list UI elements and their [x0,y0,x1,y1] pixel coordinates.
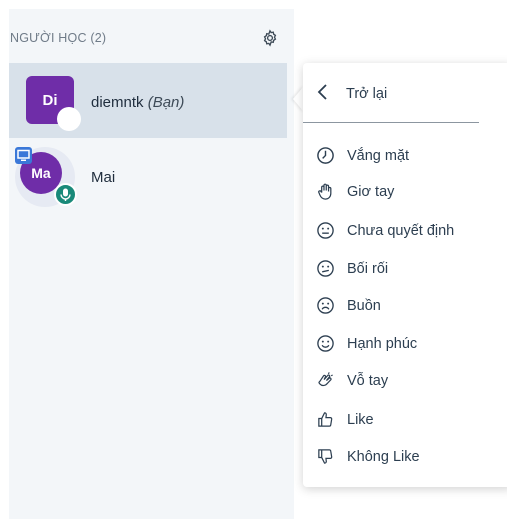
avatar-initials: Ma [31,165,51,181]
clock-icon [316,146,335,165]
divider [303,122,479,123]
presenter-screen-icon [15,147,32,164]
chevron-left-icon [315,81,331,103]
menu-item-applause[interactable]: Vỗ tay [303,368,507,394]
menu-item-sad[interactable]: Buồn [303,293,507,319]
menu-item-confused[interactable]: Bối rối [303,256,507,282]
status-menu: Trở lại Vắng mặt Giơ tay Chưa quyết định… [303,63,507,487]
sad-face-icon [316,296,335,315]
back-label: Trở lại [346,86,388,102]
menu-item-label: Vắng mặt [347,148,410,164]
panel-title: NGƯỜI HỌC (2) [10,31,107,45]
menu-item-label: Hạnh phúc [347,336,418,352]
menu-item-label: Chưa quyết định [347,223,455,239]
thumbs-down-icon [316,447,335,466]
back-button[interactable]: Trở lại [303,77,507,107]
microphone-icon [54,183,77,206]
gear-icon[interactable] [261,29,279,47]
user-list-panel: NGƯỜI HỌC (2) Di diemntk (Bạn) Ma Mai [9,9,294,519]
menu-item-label: Vỗ tay [347,373,389,389]
menu-item-dislike[interactable]: Không Like [303,444,507,470]
menu-item-label: Giơ tay [347,184,395,200]
panel-header: NGƯỜI HỌC (2) [9,9,294,63]
menu-item-happy[interactable]: Hạnh phúc [303,331,507,357]
menu-item-undecided[interactable]: Chưa quyết định [303,218,507,244]
menu-item-raise-hand[interactable]: Giơ tay [303,179,507,205]
user-item-self[interactable]: Di diemntk (Bạn) [9,63,287,138]
menu-item-label: Bối rối [347,261,389,277]
user-name: diemntk (Bạn) [91,94,184,111]
menu-item-like[interactable]: Like [303,407,507,433]
menu-item-label: Buồn [347,298,381,314]
status-indicator [57,107,81,131]
raised-hand-icon [316,182,335,201]
applause-icon [316,371,335,390]
avatar-initials: Di [42,91,58,109]
menu-item-label: Like [347,412,374,428]
you-label: (Bạn) [147,94,185,111]
menu-item-label: Không Like [347,449,420,465]
neutral-face-icon [316,221,335,240]
menu-item-away[interactable]: Vắng mặt [303,143,507,169]
user-name: Mai [91,169,116,186]
user-item-mai[interactable]: Ma Mai [9,141,287,211]
happy-face-icon [316,334,335,353]
user-name-text: diemntk [91,94,144,111]
thumbs-up-icon [316,410,335,429]
confused-face-icon [316,259,335,278]
